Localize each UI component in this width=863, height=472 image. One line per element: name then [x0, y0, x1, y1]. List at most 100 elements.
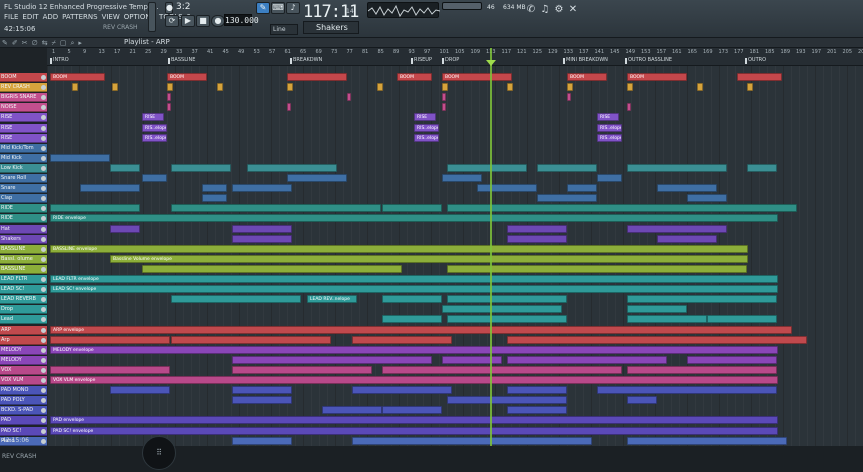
playhead-marker[interactable] [486, 60, 496, 66]
playlist-clip[interactable] [707, 315, 777, 324]
playlist-clip[interactable] [287, 174, 347, 182]
microphone-icon[interactable]: ♫ [539, 4, 551, 16]
track-header[interactable]: PAD POLY [0, 396, 47, 406]
playlist-clip[interactable] [382, 406, 442, 415]
playlist-clip[interactable] [50, 153, 110, 162]
playlist-clip[interactable] [217, 83, 223, 92]
playlist-clip[interactable]: BOOM [627, 73, 687, 81]
track-led-icon[interactable] [41, 256, 46, 262]
menu-view[interactable]: VIEW [102, 13, 120, 21]
playlist-clip[interactable] [322, 406, 382, 415]
track-led-icon[interactable] [41, 105, 46, 111]
track-led-icon[interactable] [41, 196, 46, 202]
playlist-clip[interactable] [627, 305, 687, 314]
playlist-clip[interactable] [627, 224, 727, 233]
pencil-icon[interactable]: ✎ [2, 39, 8, 48]
playlist-clip[interactable] [171, 295, 301, 304]
slice-icon[interactable]: ⌿ [52, 39, 56, 48]
track-led-icon[interactable] [41, 287, 46, 293]
track-led-icon[interactable] [41, 145, 46, 151]
playlist-clip[interactable]: LEAD SC! envelope [50, 285, 778, 294]
playlist-clip[interactable] [442, 174, 482, 182]
playlist-clip[interactable] [287, 83, 293, 92]
playlist-clip[interactable] [171, 335, 331, 344]
track-led-icon[interactable] [41, 125, 46, 131]
playlist-clip[interactable] [507, 386, 567, 395]
section-marker[interactable]: DROP [441, 57, 459, 64]
playlist-clip[interactable] [687, 194, 727, 203]
playlist-clip[interactable] [627, 295, 777, 304]
playlist-clip[interactable]: PAD SC! envelope [50, 426, 778, 435]
track-header[interactable]: RISE [0, 133, 47, 143]
track-header[interactable]: RIDE [0, 214, 47, 224]
track-header[interactable]: RISE [0, 123, 47, 133]
stop-button[interactable]: ■ [196, 15, 210, 27]
track-header[interactable]: PAD [0, 416, 47, 426]
track-header[interactable]: NOISE [0, 103, 47, 113]
playlist-clip[interactable] [382, 295, 442, 304]
track-header[interactable]: PAD SC! [0, 426, 47, 436]
playlist-clip[interactable]: RIDE envelope [50, 214, 778, 223]
playlist-clip[interactable] [747, 83, 753, 92]
playlist-grid[interactable]: BOOM BOOM BOOM BOOM BOOM BOOM RISE RISE RISE RIS.… [47, 66, 863, 455]
track-header[interactable]: RIDE [0, 204, 47, 214]
playlist-clip[interactable]: LEAD FLTR envelope [50, 275, 778, 283]
track-header[interactable]: Hat [0, 224, 47, 234]
playlist-clip[interactable] [352, 436, 592, 445]
playlist-clip[interactable] [477, 184, 537, 193]
track-led-icon[interactable] [41, 347, 46, 353]
track-led-icon[interactable] [41, 236, 46, 242]
playlist-clip[interactable] [567, 83, 573, 92]
playlist-clip[interactable]: BOOM [50, 73, 105, 81]
playlist-clip[interactable] [447, 204, 797, 213]
track-led-icon[interactable] [41, 408, 46, 414]
close-icon[interactable]: ✕ [567, 4, 579, 16]
playlist-clip[interactable] [447, 396, 567, 405]
playlist-clip[interactable] [352, 335, 452, 344]
playlist-clip[interactable] [50, 204, 140, 213]
delete-icon[interactable]: ✂ [22, 39, 28, 48]
tempo-display[interactable]: 130.000 [224, 14, 259, 26]
track-led-icon[interactable] [41, 246, 46, 252]
playlist-clip[interactable] [627, 365, 777, 374]
playlist-clip[interactable] [232, 396, 292, 405]
metronome-icon[interactable]: ♪ [286, 2, 300, 14]
menu-patterns[interactable]: PATTERNS [62, 13, 97, 21]
section-marker[interactable]: INTRO [50, 57, 69, 64]
timeline-ruler[interactable]: 1 5 9 13 17 21 25 29 33 37 41 45 49 53 57 61 65 69 73 77 81 8… [47, 48, 863, 66]
track-led-icon[interactable] [41, 75, 46, 80]
playlist-clip[interactable] [447, 163, 527, 172]
playlist-clip[interactable]: BASSLINE envelope [50, 244, 748, 253]
section-marker[interactable]: OUTRO [744, 57, 766, 64]
playlist-clip[interactable] [382, 365, 622, 374]
section-marker[interactable]: OUTRO BASSLINE [624, 57, 672, 64]
playlist-clip[interactable] [167, 93, 171, 102]
playlist-clip[interactable] [747, 163, 777, 172]
playlist-clip[interactable] [110, 163, 140, 172]
track-led-icon[interactable] [41, 226, 46, 232]
zoom-icon[interactable]: ⌕ [70, 39, 74, 48]
playlist-clip[interactable]: VOX VLM envelope [50, 376, 778, 384]
playlist-clip[interactable]: RISE [414, 113, 436, 122]
playlist-clip[interactable]: BOOM [567, 73, 607, 81]
playlist-clip[interactable] [442, 305, 562, 314]
track-led-icon[interactable] [41, 297, 46, 303]
playlist-clip[interactable] [232, 355, 432, 364]
playlist-clip[interactable] [442, 93, 446, 102]
settings-icon[interactable]: ⚙ [553, 4, 565, 16]
track-header[interactable]: Clap [0, 194, 47, 204]
playlist-clip[interactable] [171, 163, 231, 172]
track-header[interactable]: LEAD REVERB [0, 295, 47, 305]
select-icon[interactable]: ▢ [60, 39, 67, 48]
playlist-clip[interactable] [382, 315, 442, 324]
track-header[interactable]: Lead [0, 315, 47, 325]
playlist-clip[interactable] [167, 83, 173, 92]
track-header[interactable]: BASSLINE [0, 264, 47, 274]
slip-icon[interactable]: ⇆ [42, 39, 48, 48]
playlist-clip[interactable] [50, 335, 170, 344]
playlist-clip[interactable] [627, 436, 787, 445]
mute-icon[interactable]: ∅ [32, 39, 38, 48]
playlist-clip[interactable] [507, 83, 513, 92]
playlist-clip[interactable] [232, 224, 292, 233]
track-led-icon[interactable] [41, 367, 46, 373]
